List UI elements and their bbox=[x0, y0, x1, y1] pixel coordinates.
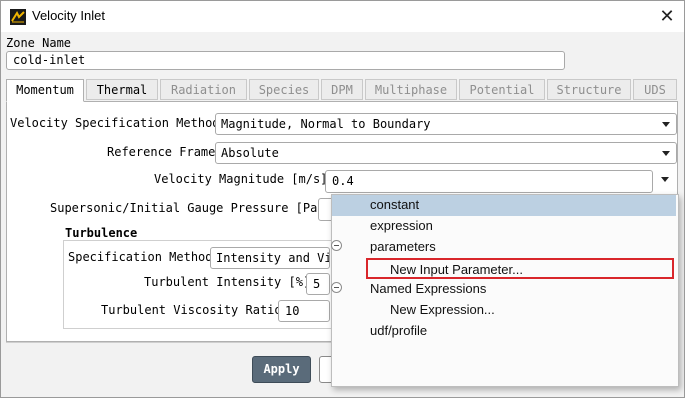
zone-name-label: Zone Name bbox=[6, 36, 72, 50]
viscosity-ratio-input[interactable]: 10 bbox=[278, 300, 330, 322]
menu-item-constant[interactable]: constant bbox=[332, 195, 676, 216]
apply-button[interactable]: Apply bbox=[252, 356, 311, 383]
reference-frame-select[interactable]: Absolute bbox=[215, 142, 677, 164]
parameter-dropdown-menu: constant expression parameters New Input… bbox=[331, 194, 679, 387]
menu-item-parameters[interactable]: parameters bbox=[332, 237, 676, 258]
menu-item-udf-profile[interactable]: udf/profile bbox=[332, 321, 676, 342]
menu-item-expression[interactable]: expression bbox=[332, 216, 676, 237]
tab-multiphase[interactable]: Multiphase bbox=[365, 79, 457, 100]
tab-potential[interactable]: Potential bbox=[459, 79, 545, 100]
turbulent-intensity-input[interactable]: 5 bbox=[306, 273, 330, 295]
fluent-app-icon bbox=[10, 9, 26, 25]
tab-thermal[interactable]: Thermal bbox=[86, 79, 158, 100]
tab-radiation[interactable]: Radiation bbox=[160, 79, 247, 100]
spec-method-select[interactable]: Intensity and Vi bbox=[210, 247, 330, 269]
velocity-inlet-dialog: Velocity Inlet ✕ Zone Name cold-inlet Mo… bbox=[0, 0, 685, 398]
collapse-parameters-icon[interactable] bbox=[331, 240, 342, 251]
gauge-pressure-label: Supersonic/Initial Gauge Pressure [Pa] bbox=[50, 201, 325, 215]
collapse-named-expressions-icon[interactable] bbox=[331, 282, 342, 293]
menu-item-named-expressions[interactable]: Named Expressions bbox=[332, 279, 676, 300]
close-icon[interactable]: ✕ bbox=[652, 2, 682, 30]
spec-method-value: Intensity and Vi bbox=[216, 251, 330, 265]
tab-uds[interactable]: UDS bbox=[633, 79, 677, 100]
reference-frame-value: Absolute bbox=[221, 146, 279, 160]
velocity-spec-label: Velocity Specification Method bbox=[10, 116, 220, 130]
tab-momentum[interactable]: Momentum bbox=[6, 79, 84, 102]
turbulence-title: Turbulence bbox=[63, 226, 140, 240]
tab-species[interactable]: Species bbox=[249, 79, 319, 100]
title-bar: Velocity Inlet ✕ bbox=[1, 1, 684, 32]
chevron-down-icon bbox=[662, 151, 670, 156]
velocity-magnitude-label: Velocity Magnitude [m/s] bbox=[154, 172, 328, 186]
spec-method-label: Specification Method bbox=[68, 250, 213, 264]
zone-name-field[interactable]: cold-inlet bbox=[6, 51, 565, 70]
viscosity-ratio-label: Turbulent Viscosity Ratio bbox=[101, 303, 282, 317]
menu-item-new-input-parameter[interactable]: New Input Parameter... bbox=[366, 258, 674, 279]
window-title: Velocity Inlet bbox=[32, 8, 105, 23]
chevron-down-icon bbox=[662, 122, 670, 127]
menu-item-new-expression[interactable]: New Expression... bbox=[332, 300, 676, 321]
turbulent-intensity-label: Turbulent Intensity [%] bbox=[144, 275, 311, 289]
parameter-menu-chevron-icon[interactable] bbox=[661, 177, 669, 182]
velocity-spec-select[interactable]: Magnitude, Normal to Boundary bbox=[215, 113, 677, 135]
velocity-spec-value: Magnitude, Normal to Boundary bbox=[221, 117, 431, 131]
tab-dpm[interactable]: DPM bbox=[321, 79, 363, 100]
velocity-magnitude-input[interactable]: 0.4 bbox=[325, 170, 653, 193]
tab-structure[interactable]: Structure bbox=[547, 79, 631, 100]
reference-frame-label: Reference Frame bbox=[107, 145, 216, 159]
